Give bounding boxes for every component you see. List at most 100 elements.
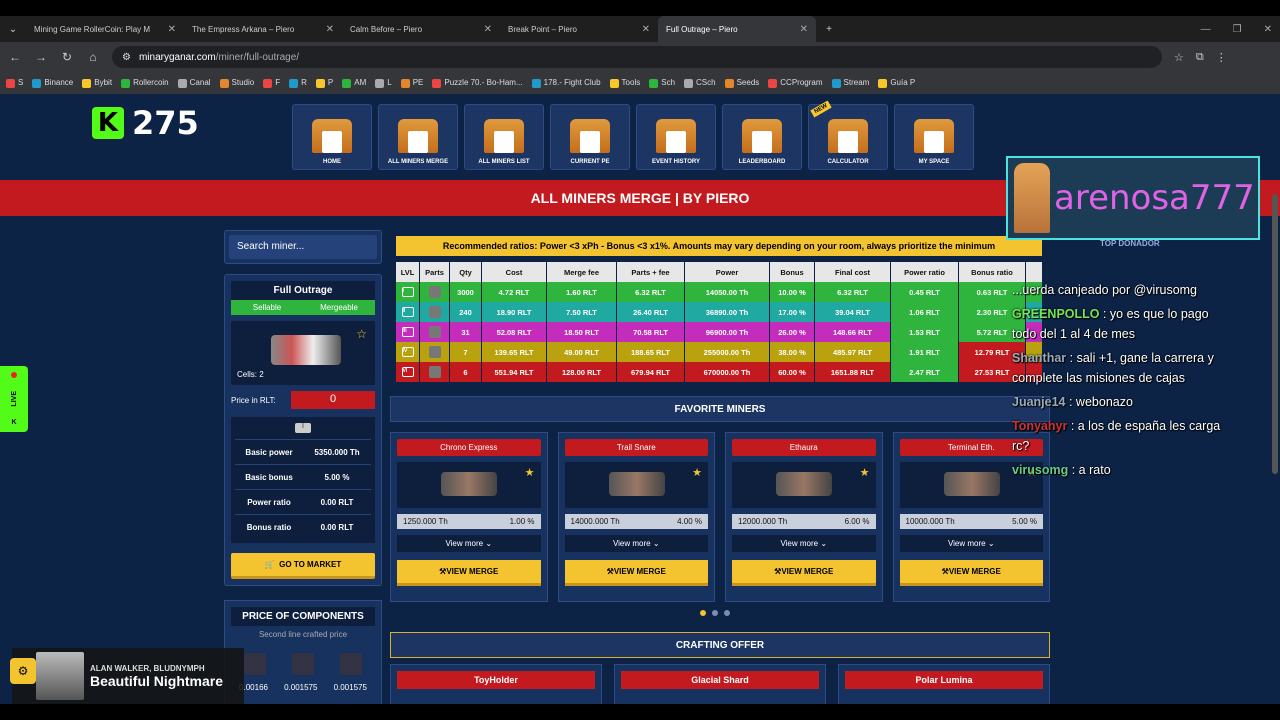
main-menu: HOME ALL MINERS MERGE ALL MINERS LIST CURRE… (292, 100, 974, 170)
view-more-button[interactable]: View more ⌄ (564, 535, 708, 552)
forward-icon[interactable]: → (34, 50, 48, 64)
maximize-icon[interactable]: ❐ (1233, 24, 1242, 35)
page-scrollbar[interactable] (1272, 194, 1278, 474)
favorite-star-icon[interactable]: ★ (860, 466, 870, 479)
favorite-star-icon[interactable]: ★ (525, 466, 535, 479)
level-badge-icon: I (295, 423, 311, 433)
bookmark-item[interactable]: PE (400, 78, 423, 88)
bookmark-item[interactable]: Sch (649, 78, 675, 88)
menu-item[interactable]: EVENT HISTORY (636, 104, 716, 170)
favorite-bonus: 1.00 % (509, 517, 535, 526)
stat-value: 0.00 RLT (320, 522, 354, 532)
cell-qty: 7 (450, 342, 482, 362)
search-input[interactable]: Search miner... (229, 235, 377, 259)
view-merge-button[interactable]: ⚒ VIEW MERGE (564, 560, 708, 586)
miner-card: Full Outrage Sellable Mergeable Cells: 2… (224, 274, 382, 586)
cell-cost: 551.94 RLT (482, 362, 547, 382)
browser-tab[interactable]: Break Point – Piero ✕ (500, 16, 900, 328)
close-icon[interactable]: ✕ (1264, 24, 1272, 35)
stat-row: Power ratio 0.00 RLT (235, 489, 371, 514)
tab-close-icon[interactable]: ✕ (168, 24, 176, 35)
browser-tab[interactable]: Full Outrage – Piero ✕ (658, 16, 1058, 328)
view-merge-button[interactable]: ⚒ VIEW MERGE (899, 560, 1043, 586)
bookmark-item[interactable]: Guía P (878, 78, 916, 88)
view-merge-button[interactable]: ⚒ VIEW MERGE (732, 560, 876, 586)
home-icon[interactable]: ⌂ (86, 50, 100, 64)
bookmark-label: Guía P (890, 78, 916, 88)
bookmark-item[interactable]: F (263, 78, 280, 88)
bookmark-favicon-icon (684, 78, 694, 88)
browser-tab[interactable]: Calm Before – Piero ✕ (342, 16, 742, 328)
bookmark-item[interactable]: Studio (219, 78, 254, 88)
favorite-star-icon[interactable]: ★ (692, 466, 702, 479)
menu-item-label: EVENT HISTORY (651, 159, 700, 165)
bookmark-item[interactable]: S (6, 78, 23, 88)
bookmark-item[interactable]: CSch (684, 78, 716, 88)
cell-pf: 26.40 RLT (617, 302, 685, 322)
bookmark-item[interactable]: Tools (609, 78, 640, 88)
view-merge-button[interactable]: ⚒ VIEW MERGE (397, 560, 541, 586)
bookmark-item[interactable]: Seeds (724, 78, 759, 88)
new-tab-button[interactable]: + (816, 16, 842, 42)
menu-item[interactable]: HOME (292, 104, 372, 170)
live-tab[interactable]: LIVE K (0, 366, 28, 432)
menu-item[interactable]: ALL MINERS MERGE (378, 104, 458, 170)
bookmark-item[interactable]: P (315, 78, 333, 88)
browser-tab[interactable]: The Empress Arkana – Piero ✕ (184, 16, 584, 328)
bookmark-label: Binance (44, 78, 74, 88)
bookmark-star-icon[interactable]: ☆ (1174, 51, 1184, 64)
bookmark-item[interactable]: Puzzle 70.- Bo-Ham... (432, 78, 523, 88)
menu-item[interactable]: NEW CALCULATOR (808, 100, 888, 170)
chat-message: virusomg : a rato (1012, 460, 1232, 480)
favorite-star-icon[interactable]: ☆ (356, 327, 367, 341)
level-icon: IV (401, 347, 414, 357)
miner-name: Full Outrage (231, 281, 375, 300)
carousel-dot[interactable] (700, 610, 706, 616)
menu-item[interactable]: MY SPACE (894, 104, 974, 170)
bookmark-item[interactable]: AM (342, 78, 366, 88)
bookmark-item[interactable]: Binance (32, 78, 74, 88)
cell-pf: 6.32 RLT (617, 282, 685, 302)
tab-close-icon[interactable]: ✕ (800, 24, 808, 35)
tab-search-icon[interactable]: ⌄ (0, 16, 26, 42)
bookmark-favicon-icon (531, 78, 541, 88)
tab-close-icon[interactable]: ✕ (326, 24, 334, 35)
site-info-icon[interactable]: ⚙ (122, 52, 131, 63)
cell-cost: 18.90 RLT (482, 302, 547, 322)
reload-icon[interactable]: ↻ (60, 50, 74, 64)
browser-tab[interactable]: Mining Game RollerCoin: Play M ✕ (26, 16, 426, 328)
tab-close-icon[interactable]: ✕ (642, 24, 650, 35)
bookmark-item[interactable]: CCProgram (768, 78, 823, 88)
bookmark-item[interactable]: L (375, 78, 392, 88)
url-field[interactable]: ⚙ minaryganar.com/miner/full-outrage/ (112, 46, 1162, 68)
miner-image (943, 472, 1000, 496)
menu-item[interactable]: ALL MINERS LIST (464, 104, 544, 170)
menu-icon[interactable]: ⋮ (1216, 51, 1227, 64)
view-more-button[interactable]: View more ⌄ (732, 535, 876, 552)
bookmark-item[interactable]: Canal (177, 78, 211, 88)
bookmark-item[interactable]: R (289, 78, 307, 88)
view-more-button[interactable]: View more ⌄ (899, 535, 1043, 552)
stream-chat: ...uerda canjeado por @virusomg GREENPOLL… (1012, 280, 1232, 484)
carousel-dot[interactable] (724, 610, 730, 616)
parts-cell (420, 322, 450, 342)
back-icon[interactable]: ← (8, 50, 22, 64)
minimize-icon[interactable]: — (1201, 24, 1211, 35)
menu-item[interactable]: LEADERBOARD (722, 104, 802, 170)
view-merge-label: VIEW MERGE (781, 567, 834, 576)
settings-icon[interactable]: ⚙ (10, 658, 36, 684)
parts-icon (428, 346, 441, 358)
carousel-dot[interactable] (712, 610, 718, 616)
bookmark-item[interactable]: Rollercoin (121, 78, 169, 88)
tab-close-icon[interactable]: ✕ (484, 24, 492, 35)
cell-pr: 1.06 RLT (891, 302, 959, 322)
view-more-button[interactable]: View more ⌄ (397, 535, 541, 552)
bookmark-item[interactable]: 178.- Fight Club (531, 78, 601, 88)
extensions-icon[interactable]: ⧉ (1196, 51, 1204, 64)
bookmark-item[interactable]: Bybit (82, 78, 112, 88)
bookmark-item[interactable]: Stream (831, 78, 869, 88)
parts-cell (420, 342, 450, 362)
menu-item[interactable]: CURRENT PE (550, 104, 630, 170)
go-to-market-button[interactable]: 🛒 GO TO MARKET (231, 553, 375, 579)
parts-cell (420, 282, 450, 302)
